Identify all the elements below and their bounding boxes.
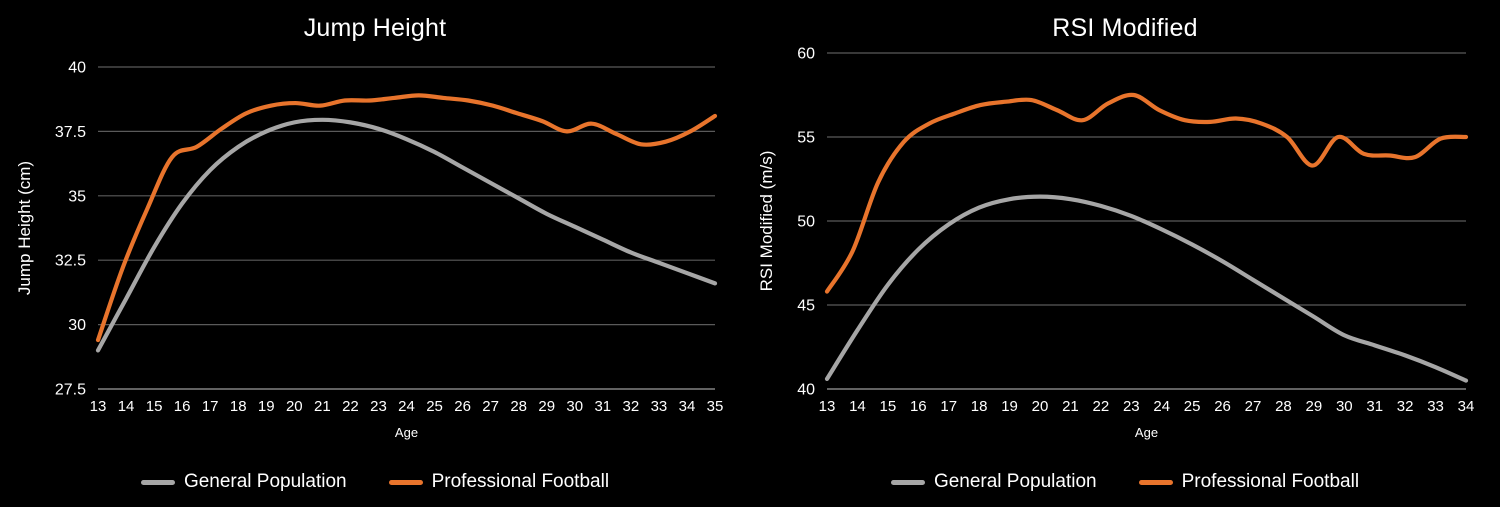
- x-tick-label: 27: [482, 398, 499, 415]
- x-tick-label: 19: [258, 398, 275, 415]
- axis-label-x: Age: [395, 425, 418, 440]
- x-tick-label: 16: [910, 398, 927, 415]
- series-line-general-population: [824, 194, 1469, 383]
- x-tick-label: 28: [1275, 398, 1292, 415]
- x-tick-label: 31: [1366, 398, 1383, 415]
- y-tick-label: 32.5: [55, 253, 86, 270]
- legend-item-professional-football[interactable]: Professional Football: [1138, 471, 1360, 493]
- legend-item-general-population[interactable]: General Population: [140, 471, 347, 493]
- series-line-professional-football: [95, 93, 718, 343]
- charts-dashboard: Jump Height 27.5 30 32.5 35 37.5 40 13 14 15 16 17…: [0, 0, 1500, 507]
- legend-item-professional-football[interactable]: Professional Football: [388, 471, 610, 493]
- x-tick-label: 16: [174, 398, 191, 415]
- legend-label-general-population: General Population: [183, 471, 347, 492]
- x-tick-label: 20: [1032, 398, 1049, 415]
- series-line-professional-football: [824, 92, 1469, 294]
- x-tick-label: 29: [538, 398, 555, 415]
- x-tick-label: 19: [1001, 398, 1018, 415]
- x-tick-label: 26: [1214, 398, 1231, 415]
- x-tick-label: 30: [566, 398, 583, 415]
- legend-rsi-modified: General Population Professional Football: [750, 471, 1500, 493]
- legend-label-professional-football: Professional Football: [1181, 471, 1360, 492]
- legend-swatch-professional-football: [388, 479, 423, 485]
- x-tick-label: 22: [1093, 398, 1110, 415]
- x-tick-label: 20: [286, 398, 303, 415]
- x-tick-label: 17: [202, 398, 219, 415]
- y-tick-label: 45: [797, 298, 815, 315]
- x-tick-label: 23: [370, 398, 387, 415]
- x-tick-label: 13: [90, 398, 107, 415]
- x-tick-label: 14: [118, 398, 135, 415]
- legend-label-professional-football: Professional Football: [431, 471, 610, 492]
- x-tick-label: 24: [398, 398, 415, 415]
- y-tick-label: 40: [68, 60, 86, 77]
- x-tick-label: 18: [230, 398, 247, 415]
- axis-label-x: Age: [1135, 425, 1158, 440]
- x-tick-label: 23: [1123, 398, 1140, 415]
- x-tick-label: 15: [146, 398, 163, 415]
- axis-label-y: RSI Modified (m/s): [757, 151, 776, 292]
- x-tick-label: 32: [623, 398, 640, 415]
- x-tick-label: 26: [454, 398, 471, 415]
- y-tick-label: 35: [68, 188, 86, 205]
- x-tick-label: 35: [707, 398, 724, 415]
- panel-rsi-modified: RSI Modified 40 45 50 55 60 13 14 15 16 17 18 19 20 2…: [750, 0, 1500, 507]
- x-tick-label: 15: [880, 398, 897, 415]
- legend-swatch-professional-football: [1138, 479, 1173, 485]
- legend-swatch-general-population: [140, 479, 175, 485]
- panel-jump-height: Jump Height 27.5 30 32.5 35 37.5 40 13 14 15 16 17…: [0, 0, 750, 507]
- x-tick-label: 28: [510, 398, 527, 415]
- x-tick-label: 33: [1427, 398, 1444, 415]
- axis-label-y: Jump Height (cm): [15, 161, 34, 295]
- x-tick-label: 24: [1153, 398, 1170, 415]
- series-line-general-population: [95, 117, 718, 353]
- x-tick-label: 34: [1458, 398, 1475, 415]
- x-tick-label: 14: [849, 398, 866, 415]
- legend-label-general-population: General Population: [933, 471, 1097, 492]
- legend-item-general-population[interactable]: General Population: [890, 471, 1097, 493]
- x-tick-label: 31: [594, 398, 611, 415]
- x-tick-label: 29: [1306, 398, 1323, 415]
- legend-jump-height: General Population Professional Football: [0, 471, 750, 493]
- x-tick-label: 13: [819, 398, 836, 415]
- x-tick-label: 21: [314, 398, 331, 415]
- chart-jump-height: 27.5 30 32.5 35 37.5 40 13 14 15 16 17 18 19 20 21 22 23…: [15, 60, 724, 441]
- chart-rsi-modified: 40 45 50 55 60 13 14 15 16 17 18 19 20 21 22 23 24 25 26 27…: [757, 46, 1475, 441]
- x-tick-label: 17: [940, 398, 957, 415]
- y-tick-label: 60: [797, 46, 815, 63]
- y-tick-label: 27.5: [55, 382, 86, 399]
- y-tick-label: 40: [797, 382, 815, 399]
- x-tick-label: 18: [971, 398, 988, 415]
- legend-swatch-general-population: [890, 479, 925, 485]
- x-tick-label: 25: [426, 398, 443, 415]
- x-tick-label: 27: [1245, 398, 1262, 415]
- x-tick-label: 34: [679, 398, 696, 415]
- x-tick-label: 25: [1184, 398, 1201, 415]
- x-tick-label: 30: [1336, 398, 1353, 415]
- x-tick-label: 32: [1397, 398, 1414, 415]
- y-tick-label: 37.5: [55, 124, 86, 141]
- y-tick-label: 50: [797, 214, 815, 231]
- x-tick-label: 21: [1062, 398, 1079, 415]
- x-tick-label: 22: [342, 398, 359, 415]
- y-tick-label: 30: [68, 317, 86, 334]
- x-tick-label: 33: [651, 398, 668, 415]
- y-tick-label: 55: [797, 130, 815, 147]
